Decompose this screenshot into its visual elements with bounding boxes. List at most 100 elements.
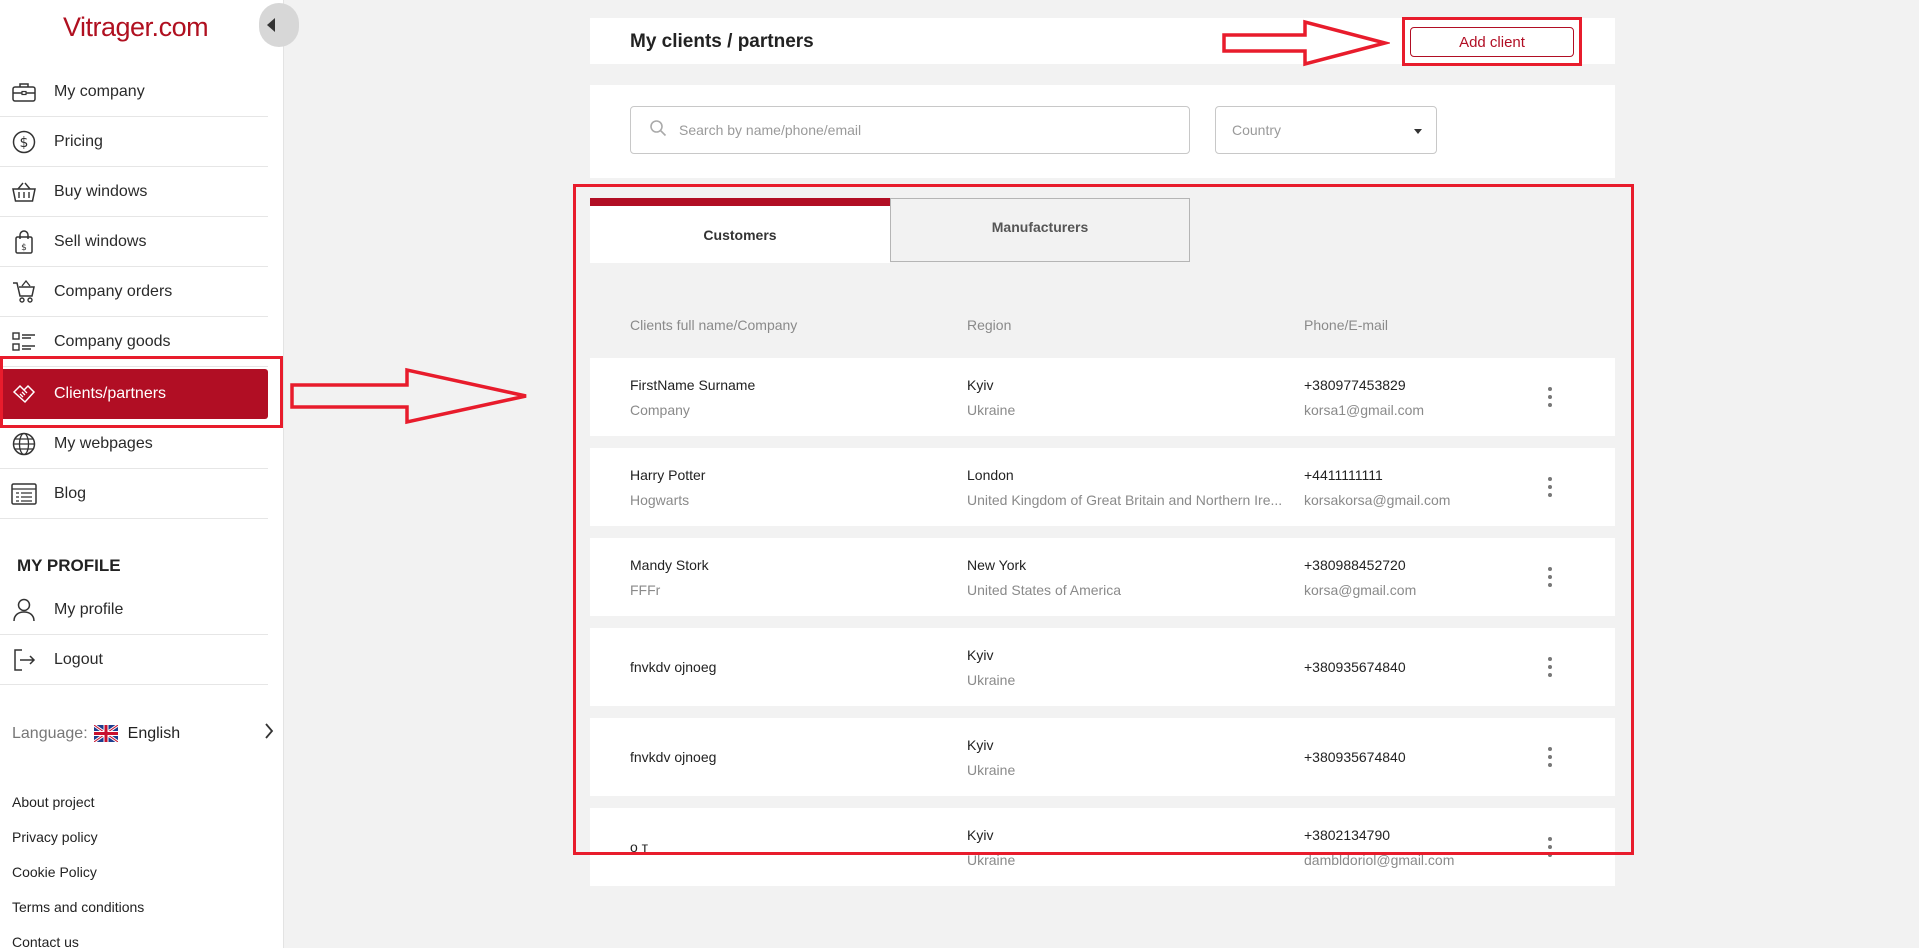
briefcase-icon — [11, 79, 37, 105]
row-menu-icon[interactable] — [1545, 477, 1555, 497]
client-phone: +380977453829 — [1304, 376, 1406, 393]
sidebar-item-label: Company orders — [54, 282, 173, 300]
sidebar-item-my-webpages[interactable]: My webpages — [0, 419, 268, 469]
sidebar-item-logout[interactable]: Logout — [0, 635, 268, 685]
page-header: My clients / partners Add client — [590, 18, 1615, 64]
sidebar-item-company-goods[interactable]: Company goods — [0, 317, 268, 367]
sidebar-item-label: Logout — [54, 650, 103, 668]
footer-link-contact[interactable]: Contact us — [12, 932, 144, 948]
footer-link-about[interactable]: About project — [12, 792, 144, 827]
tab-manufacturers[interactable]: Manufacturers — [890, 198, 1190, 262]
column-header-name: Clients full name/Company — [630, 317, 798, 333]
footer-link-privacy[interactable]: Privacy policy — [12, 827, 144, 862]
sidebar-item-company-orders[interactable]: Company orders — [0, 267, 268, 317]
table-row[interactable]: Harry Potter Hogwarts London United Kingdo… — [590, 448, 1615, 526]
sidebar-item-label: Pricing — [54, 132, 103, 150]
client-city: Kyiv — [967, 736, 994, 753]
client-phone: +380988452720 — [1304, 556, 1406, 573]
client-phone: +4411111111 — [1304, 466, 1383, 483]
client-email: korsa1@gmail.com — [1304, 401, 1425, 418]
sidebar-item-label: My webpages — [54, 434, 153, 452]
client-city: Kyiv — [967, 376, 994, 393]
sidebar-item-label: Blog — [54, 484, 87, 502]
row-menu-icon[interactable] — [1545, 387, 1555, 407]
table-row[interactable]: o т Kyiv Ukraine +3802134790 dambldoriol@g… — [590, 808, 1615, 886]
client-name: fnvkdv ojnoeg — [630, 749, 717, 765]
sidebar-item-label: Sell windows — [54, 232, 147, 250]
client-name: Harry Potter — [630, 466, 706, 483]
language-selector[interactable]: Language: English — [12, 722, 274, 745]
client-email: korsakorsa@gmail.com — [1304, 491, 1451, 508]
user-icon — [11, 597, 37, 623]
sidebar-item-label: Company goods — [54, 332, 171, 350]
add-client-button[interactable]: Add client — [1410, 27, 1574, 57]
client-city: London — [967, 466, 1014, 483]
client-city: New York — [967, 556, 1027, 573]
sidebar-item-sell-windows[interactable]: $ Sell windows — [0, 217, 268, 267]
column-header-region: Region — [967, 317, 1012, 333]
client-name: FirstName Surname — [630, 376, 756, 393]
search-box[interactable] — [630, 106, 1190, 154]
client-country: Ukraine — [967, 671, 1016, 688]
uk-flag-icon — [93, 725, 118, 742]
country-select[interactable]: Country — [1215, 106, 1437, 154]
chevron-right-icon — [264, 722, 274, 745]
footer-link-cookie[interactable]: Cookie Policy — [12, 862, 144, 897]
profile-nav: My profile Logout — [0, 585, 268, 685]
client-name: o т — [630, 839, 649, 855]
blog-icon — [11, 481, 37, 507]
client-phone: +380935674840 — [1304, 659, 1406, 675]
handshake-icon — [11, 381, 37, 407]
language-value: English — [127, 724, 181, 742]
arrow-right-icon — [290, 367, 527, 425]
client-phone: +380935674840 — [1304, 749, 1406, 765]
sidebar-item-label: My company — [54, 82, 145, 100]
client-type-tabs: Customers Manufacturers — [590, 198, 1190, 263]
sidebar-item-pricing[interactable]: $ Pricing — [0, 117, 268, 167]
client-country: United States of America — [967, 581, 1122, 598]
profile-section-title: MY PROFILE — [17, 556, 121, 575]
table-row[interactable]: Mandy Stork FFFr New York United States of… — [590, 538, 1615, 616]
caret-down-icon — [1414, 129, 1422, 134]
svg-text:$: $ — [20, 135, 29, 151]
dollar-icon: $ — [11, 129, 37, 155]
client-company: FFFr — [630, 581, 661, 598]
sidebar-item-my-profile[interactable]: My profile — [0, 585, 268, 635]
row-menu-icon[interactable] — [1545, 657, 1555, 677]
logout-icon — [11, 647, 37, 673]
search-icon — [649, 119, 667, 142]
client-country: Ukraine — [967, 851, 1016, 868]
client-country: Ukraine — [967, 761, 1016, 778]
sidebar-item-clients-partners[interactable]: Clients/partners — [0, 369, 268, 419]
client-company: Hogwarts — [630, 491, 690, 508]
row-menu-icon[interactable] — [1545, 837, 1555, 857]
shopping-bag-icon: $ — [11, 229, 37, 255]
sidebar-item-buy-windows[interactable]: Buy windows — [0, 167, 268, 217]
collapse-sidebar-button[interactable] — [259, 3, 299, 47]
table-row[interactable]: fnvkdv ojnoeg Kyiv Ukraine +380935674840 — [590, 718, 1615, 796]
chevron-left-icon — [267, 18, 275, 32]
cart-icon — [11, 279, 37, 305]
search-input[interactable] — [679, 122, 1149, 138]
client-country: United Kingdom of Great Britain and Nort… — [967, 491, 1283, 508]
client-city: Kyiv — [967, 646, 994, 663]
row-menu-icon[interactable] — [1545, 567, 1555, 587]
client-name: fnvkdv ojnoeg — [630, 659, 717, 675]
country-select-placeholder: Country — [1232, 122, 1282, 138]
table-row[interactable]: fnvkdv ojnoeg Kyiv Ukraine +380935674840 — [590, 628, 1615, 706]
goods-list-icon — [11, 329, 37, 355]
column-header-contact: Phone/E-mail — [1304, 317, 1389, 333]
client-email: dambldoriol@gmail.com — [1304, 851, 1455, 868]
table-row[interactable]: FirstName Surname Company Kyiv Ukraine +38… — [590, 358, 1615, 436]
sidebar-item-blog[interactable]: Blog — [0, 469, 268, 519]
tab-customers[interactable]: Customers — [590, 198, 890, 263]
logo[interactable]: Vitrager.com — [63, 12, 209, 43]
footer-link-terms[interactable]: Terms and conditions — [12, 897, 144, 932]
client-name: Mandy Stork — [630, 556, 709, 573]
language-label: Language: — [12, 724, 88, 742]
client-phone: +3802134790 — [1304, 826, 1391, 843]
svg-text:$: $ — [21, 243, 27, 253]
row-menu-icon[interactable] — [1545, 747, 1555, 767]
sidebar-item-my-company[interactable]: My company — [0, 67, 268, 117]
client-email: korsa@gmail.com — [1304, 581, 1417, 598]
